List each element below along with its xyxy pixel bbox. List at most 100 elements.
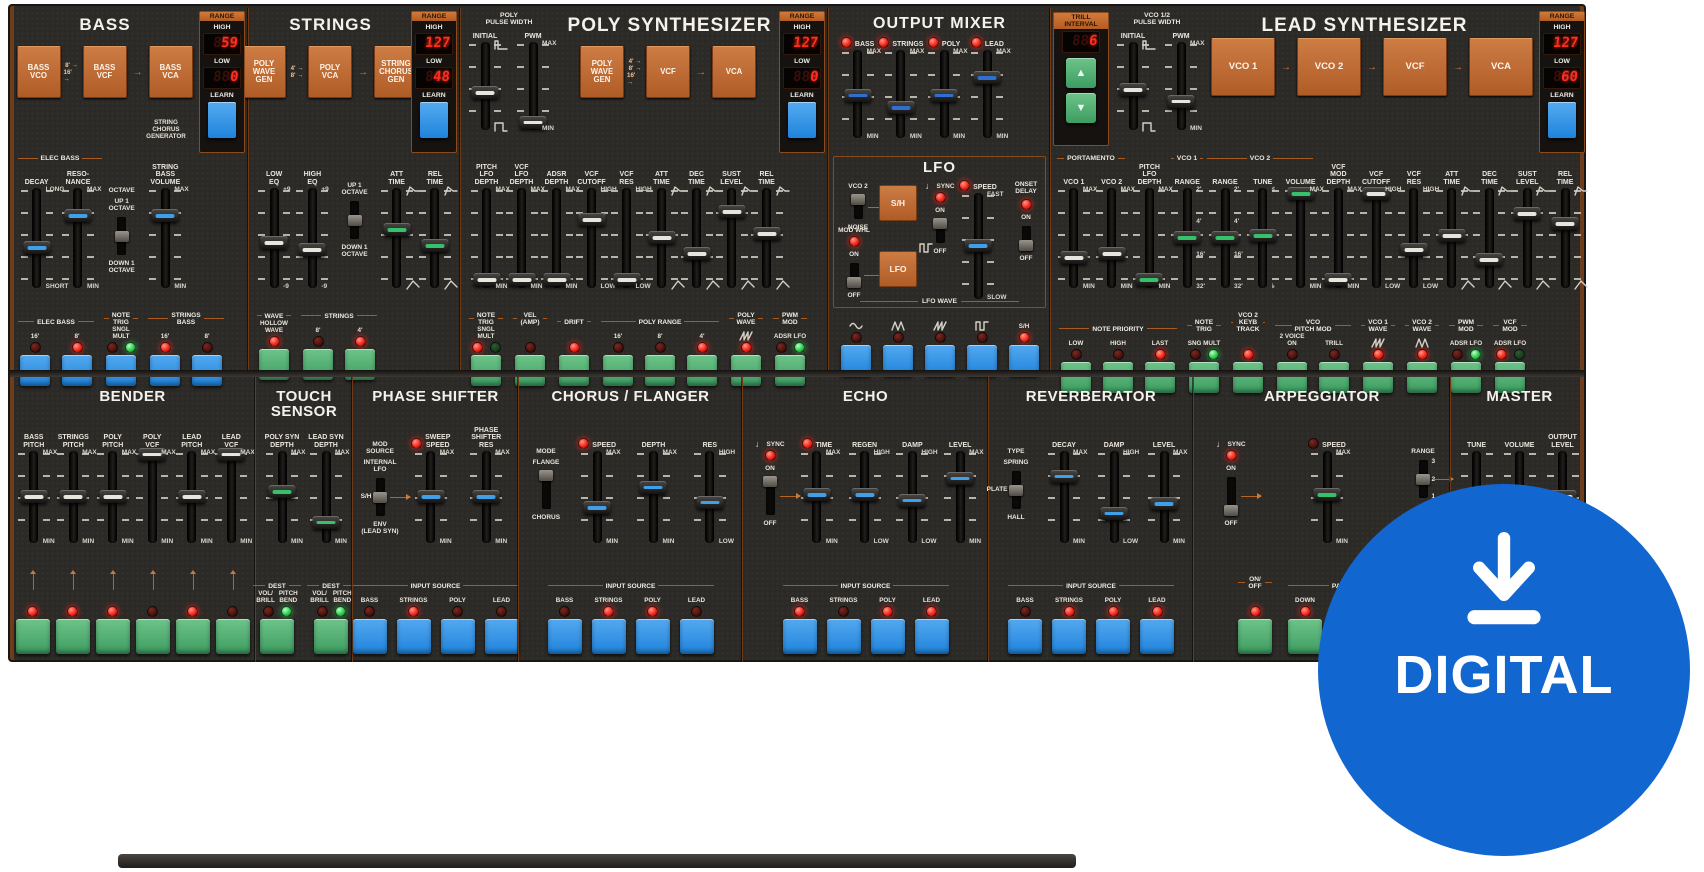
- slider-track[interactable]: [1362, 187, 1390, 288]
- toggle-switch[interactable]: [847, 263, 885, 288]
- slider-handle[interactable]: [312, 515, 340, 529]
- slider-track[interactable]: [851, 451, 879, 543]
- slider-handle[interactable]: [1060, 251, 1088, 264]
- slider-handle[interactable]: [20, 490, 48, 503]
- panel-button[interactable]: [15, 619, 50, 654]
- panel-button[interactable]: [55, 619, 90, 654]
- slider-track[interactable]: [887, 50, 915, 138]
- toggle-handle[interactable]: [1416, 473, 1430, 485]
- toggle-handle[interactable]: [1224, 505, 1238, 516]
- panel-button-poly[interactable]: [1096, 619, 1130, 654]
- slider-track[interactable]: [973, 50, 1001, 138]
- slider-handle[interactable]: [99, 490, 127, 503]
- slider-track[interactable]: [138, 447, 166, 543]
- slider-track[interactable]: [683, 188, 710, 288]
- slider-handle[interactable]: [973, 71, 1001, 85]
- slider-handle[interactable]: [178, 490, 206, 503]
- slider-handle[interactable]: [753, 227, 780, 240]
- toggle-handle[interactable]: [933, 218, 947, 229]
- toggle-switch[interactable]: [933, 218, 947, 243]
- slider-handle[interactable]: [1551, 217, 1579, 230]
- slider-track[interactable]: [696, 451, 724, 543]
- toggle-handle[interactable]: [373, 491, 387, 503]
- slider-track[interactable]: [1098, 188, 1126, 288]
- panel-button[interactable]: [260, 619, 294, 654]
- panel-button[interactable]: [135, 619, 170, 654]
- slider-handle[interactable]: [1438, 229, 1466, 242]
- slider-handle[interactable]: [1050, 469, 1078, 483]
- slider-handle[interactable]: [1249, 229, 1277, 242]
- slider-track[interactable]: [472, 451, 500, 543]
- slider-track[interactable]: [718, 188, 745, 288]
- slider-track[interactable]: [298, 188, 326, 288]
- slider-track[interactable]: [583, 451, 611, 543]
- slider-handle[interactable]: [151, 209, 179, 222]
- slider-track[interactable]: [268, 451, 296, 543]
- slider-handle[interactable]: [298, 243, 326, 256]
- slider-track[interactable]: [1400, 188, 1428, 288]
- slider-track[interactable]: [1173, 188, 1201, 288]
- toggle-handle[interactable]: [114, 230, 129, 242]
- slider-track[interactable]: [1050, 451, 1078, 543]
- slider-track[interactable]: [1150, 451, 1178, 543]
- slider-handle[interactable]: [803, 488, 831, 502]
- panel-button-bass[interactable]: [352, 619, 387, 654]
- slider-track[interactable]: [20, 451, 48, 543]
- toggle-handle[interactable]: [847, 277, 861, 288]
- panel-button-bass[interactable]: [1008, 619, 1042, 654]
- learn-button[interactable]: [208, 102, 236, 138]
- slider-handle[interactable]: [1098, 247, 1126, 260]
- trill-up-button[interactable]: ▲: [1066, 58, 1096, 88]
- toggle-handle[interactable]: [851, 194, 865, 205]
- slider-track[interactable]: [1249, 188, 1277, 288]
- slider-handle[interactable]: [648, 231, 675, 244]
- slider-track[interactable]: [1287, 187, 1315, 288]
- learn-button[interactable]: [1548, 102, 1576, 138]
- toggle-switch[interactable]: [1224, 477, 1262, 516]
- toggle-switch[interactable]: [539, 470, 553, 509]
- panel-button[interactable]: [1238, 619, 1272, 654]
- slider-handle[interactable]: [1400, 243, 1428, 256]
- slider-handle[interactable]: [260, 236, 288, 249]
- panel-button-lead[interactable]: [1140, 619, 1174, 654]
- slider-track[interactable]: [217, 447, 245, 543]
- toggle-handle[interactable]: [347, 214, 362, 226]
- slider-track[interactable]: [964, 193, 992, 299]
- panel-button-poly[interactable]: [635, 619, 670, 654]
- panel-button-strings[interactable]: [396, 619, 431, 654]
- slider-track[interactable]: [99, 451, 127, 543]
- panel-button-lead[interactable]: [914, 619, 949, 654]
- slider-track[interactable]: [803, 451, 831, 543]
- panel-button-down[interactable]: [1288, 619, 1322, 654]
- slider-track[interactable]: [64, 188, 92, 288]
- slider-track[interactable]: [151, 188, 179, 288]
- slider-track[interactable]: [844, 50, 872, 138]
- learn-button[interactable]: [420, 102, 448, 138]
- slider-track[interactable]: [519, 42, 547, 130]
- slider-track[interactable]: [383, 188, 411, 288]
- slider-handle[interactable]: [718, 205, 745, 218]
- slider-handle[interactable]: [964, 239, 992, 252]
- panel-button-bass[interactable]: [782, 619, 817, 654]
- slider-track[interactable]: [508, 188, 535, 288]
- slider-handle[interactable]: [887, 101, 915, 115]
- slider-handle[interactable]: [1100, 506, 1128, 520]
- slider-track[interactable]: [417, 451, 445, 543]
- panel-button[interactable]: [215, 619, 250, 654]
- slider-track[interactable]: [543, 188, 570, 288]
- slider-track[interactable]: [613, 188, 640, 288]
- slider-handle[interactable]: [696, 495, 724, 509]
- slider-track[interactable]: [1551, 188, 1579, 288]
- slider-handle[interactable]: [472, 490, 500, 503]
- toggle-switch[interactable]: [851, 194, 889, 219]
- slider-handle[interactable]: [898, 493, 926, 507]
- slider-track[interactable]: [23, 188, 51, 288]
- slider-track[interactable]: [1211, 188, 1239, 288]
- panel-button-poly[interactable]: [440, 619, 475, 654]
- slider-track[interactable]: [946, 451, 974, 543]
- panel-button-strings[interactable]: [591, 619, 626, 654]
- slider-track[interactable]: [648, 188, 675, 288]
- slider-handle[interactable]: [59, 490, 87, 503]
- slider-handle[interactable]: [683, 247, 710, 260]
- slider-track[interactable]: [1324, 188, 1352, 288]
